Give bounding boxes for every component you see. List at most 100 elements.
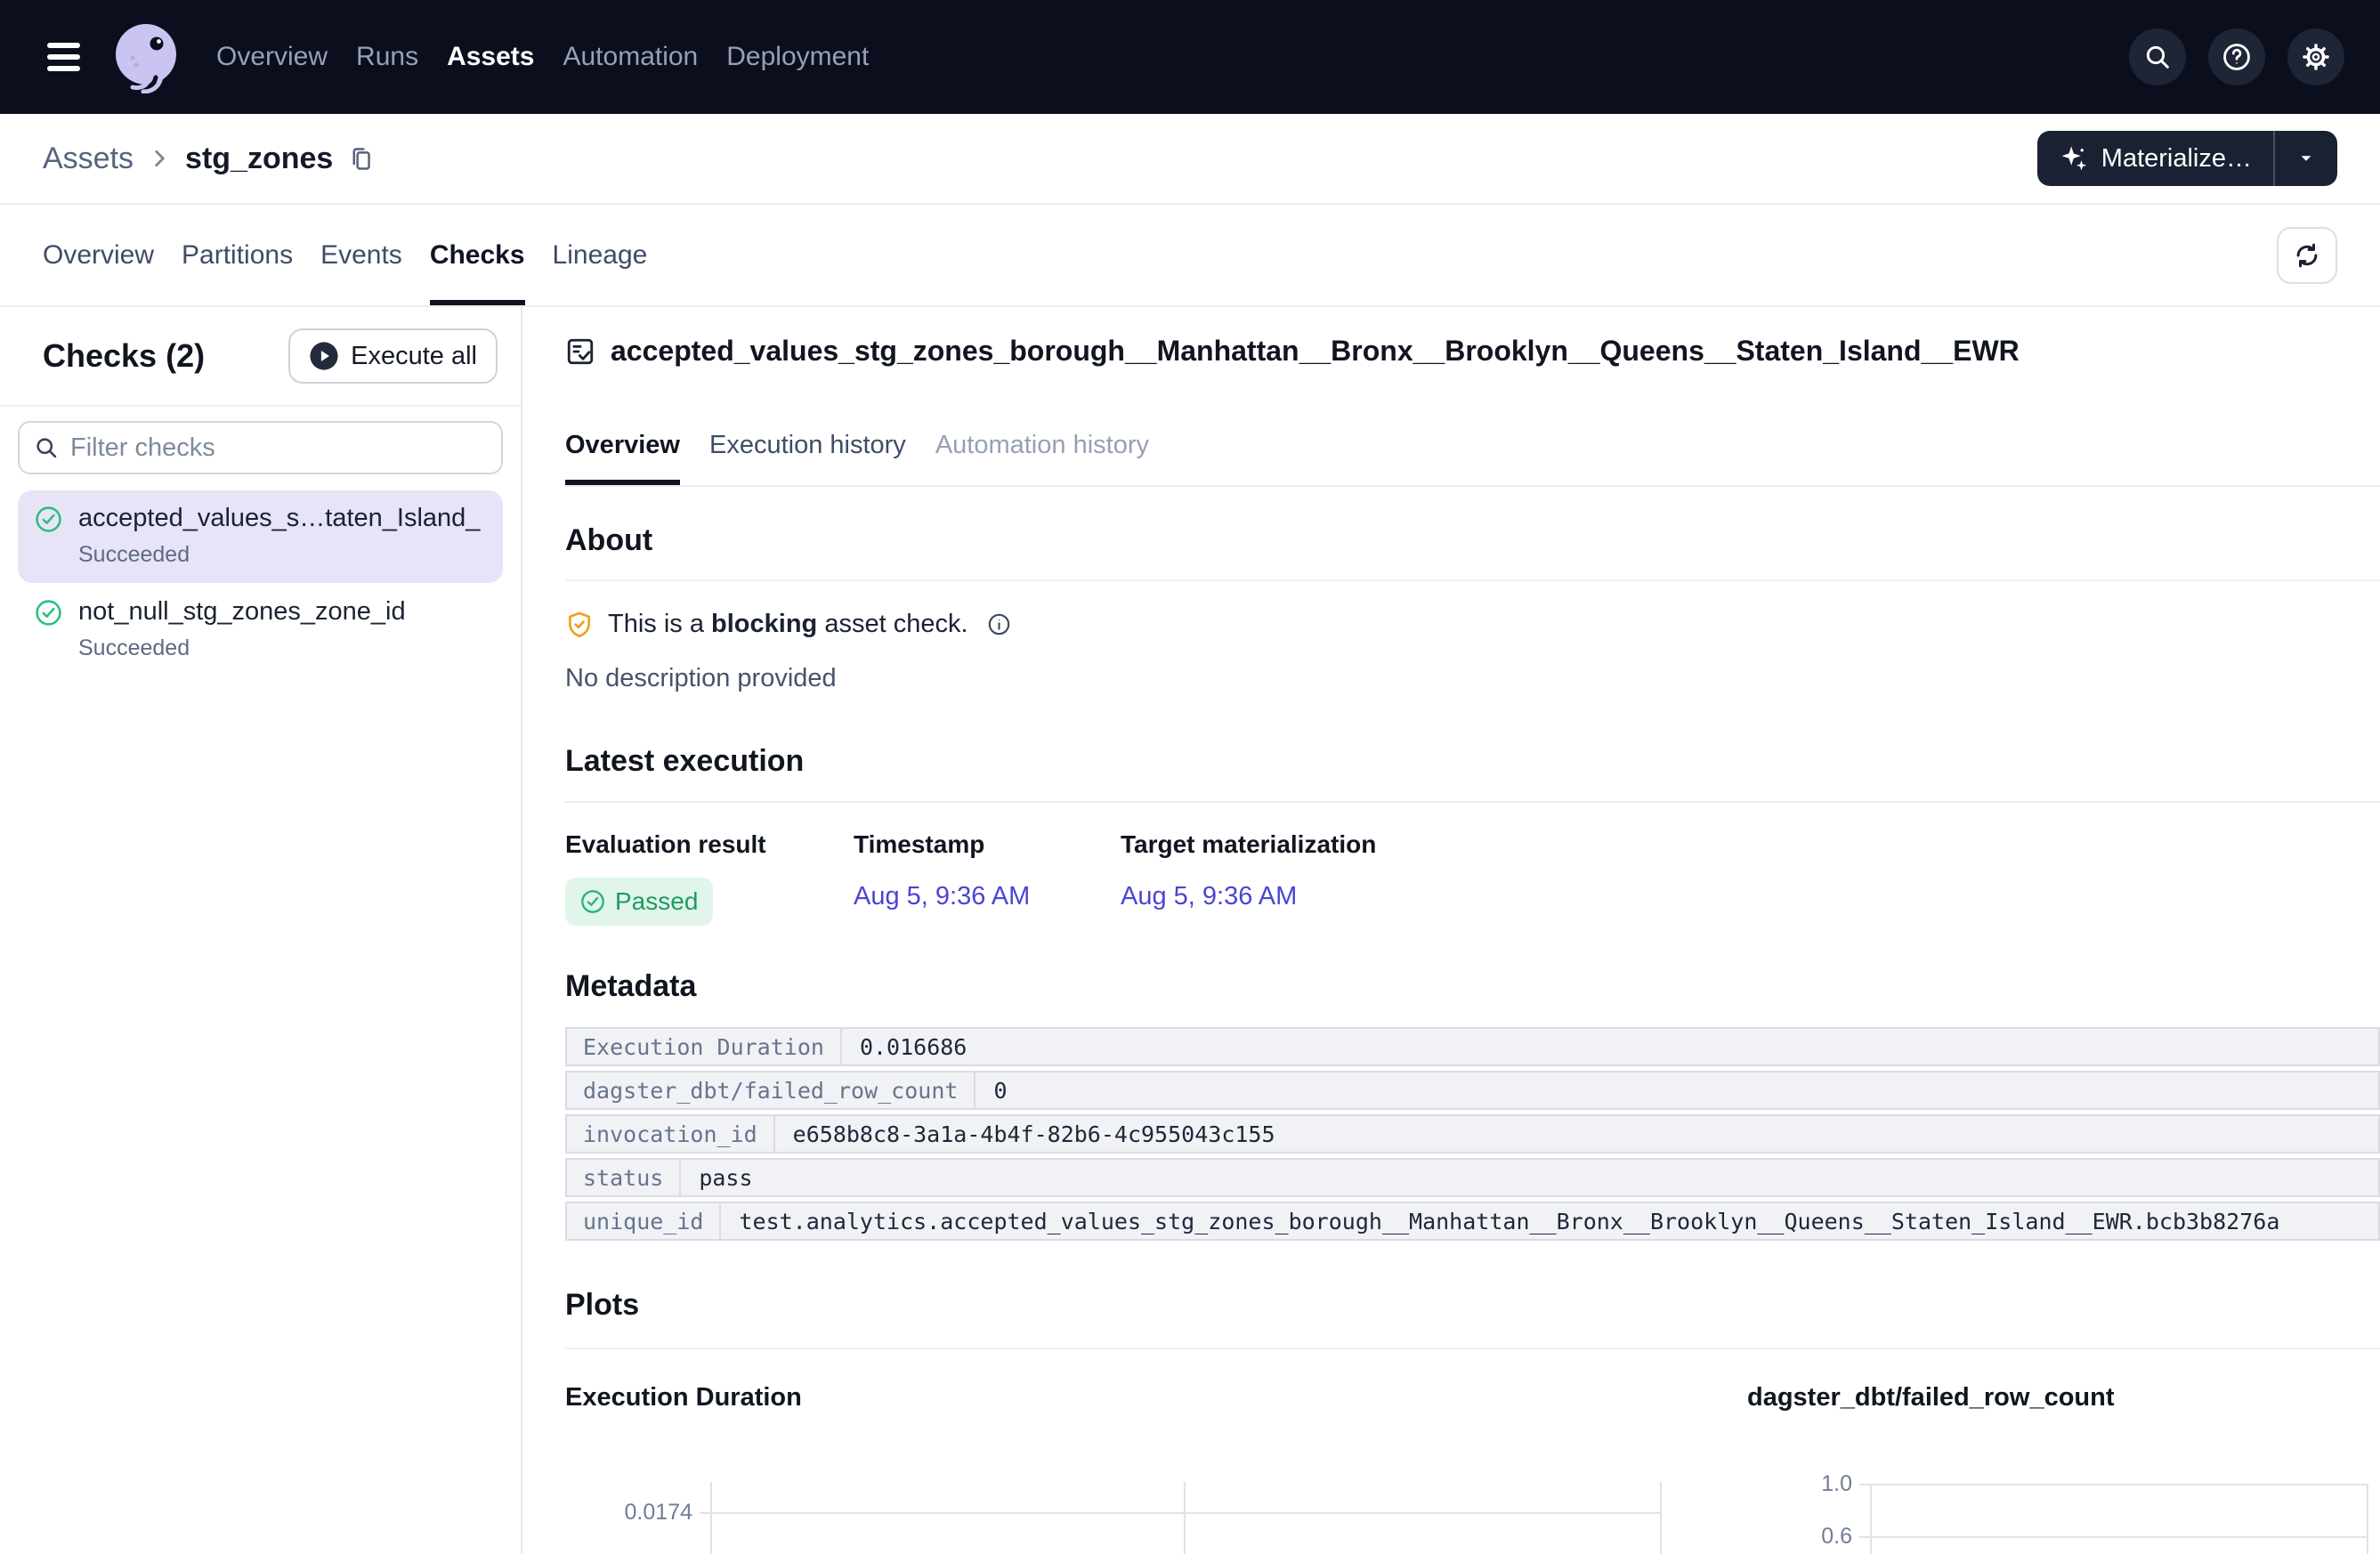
metadata-value: 0.016686 bbox=[842, 1029, 984, 1064]
passed-label: Passed bbox=[615, 887, 698, 916]
asset-tab-checks[interactable]: Checks bbox=[430, 205, 525, 305]
gear-icon bbox=[2301, 42, 2331, 72]
metadata-row: Execution Duration 0.016686 bbox=[565, 1027, 2380, 1066]
dagster-logo-icon[interactable] bbox=[109, 20, 182, 93]
metadata-value: 0 bbox=[975, 1072, 1024, 1108]
page: Overview Runs Assets Automation Deployme… bbox=[0, 0, 2380, 1554]
materialize-button[interactable]: Materialize… bbox=[2037, 131, 2273, 186]
chart-title: dagster_dbt/failed_row_count bbox=[1747, 1383, 2115, 1412]
y-axis-tick: 1.0 bbox=[1747, 1471, 1852, 1497]
chevron-right-icon bbox=[148, 147, 171, 170]
filter-search-icon bbox=[34, 435, 59, 460]
metadata-value: pass bbox=[681, 1160, 770, 1195]
passed-status-badge: Passed bbox=[565, 878, 713, 926]
plots-row: Execution Duration 0.0174 dagster_dbt/fa… bbox=[565, 1349, 2380, 1554]
asset-tab-lineage[interactable]: Lineage bbox=[553, 205, 648, 305]
latest-execution-grid: Evaluation result Passed Timestamp Aug 5 bbox=[565, 830, 2380, 926]
check-tab-overview[interactable]: Overview bbox=[565, 406, 680, 485]
checks-sidebar: Checks (2) Execute all bbox=[0, 307, 522, 1554]
asset-tabs-row: Overview Partitions Events Checks Lineag… bbox=[0, 205, 2380, 307]
timestamp-link[interactable]: Aug 5, 9:36 AM bbox=[854, 882, 1030, 911]
target-materialization-label: Target materialization bbox=[1121, 830, 1376, 859]
hamburger-menu-icon[interactable] bbox=[47, 36, 80, 77]
asset-tab-events[interactable]: Events bbox=[320, 205, 402, 305]
metadata-key: invocation_id bbox=[567, 1116, 775, 1152]
check-detail-panel: accepted_values_stg_zones_borough__Manha… bbox=[522, 307, 2380, 1554]
checks-count-title: Checks (2) bbox=[43, 337, 205, 375]
shield-check-icon bbox=[565, 611, 594, 639]
help-icon bbox=[2222, 42, 2252, 72]
check-item-status: Succeeded bbox=[78, 542, 480, 568]
check-list: accepted_values_s…taten_Island_ Succeede… bbox=[18, 490, 503, 676]
no-description-text: No description provided bbox=[565, 664, 2380, 693]
check-header: accepted_values_stg_zones_borough__Manha… bbox=[565, 335, 2380, 368]
nav-item-assets[interactable]: Assets bbox=[447, 42, 534, 72]
asset-tab-overview[interactable]: Overview bbox=[43, 205, 154, 305]
nav-right-actions bbox=[2129, 28, 2344, 85]
latest-execution-heading: Latest execution bbox=[565, 744, 2380, 803]
metadata-value: test.analytics.accepted_values_stg_zones… bbox=[721, 1203, 2297, 1239]
failed-row-count-chart: dagster_dbt/failed_row_count 1.0 0.6 bbox=[1747, 1349, 2380, 1554]
metadata-key: status bbox=[567, 1160, 681, 1195]
metadata-key: unique_id bbox=[567, 1203, 721, 1239]
checklist-icon bbox=[565, 336, 595, 367]
check-success-icon bbox=[35, 599, 62, 627]
sidebar-body: accepted_values_s…taten_Island_ Succeede… bbox=[0, 407, 521, 676]
metadata-heading: Metadata bbox=[565, 969, 2380, 1004]
about-heading: About bbox=[565, 523, 2380, 581]
breadcrumb-current-asset: stg_zones bbox=[185, 142, 333, 176]
evaluation-result-label: Evaluation result bbox=[565, 830, 854, 859]
metadata-key: Execution Duration bbox=[567, 1029, 842, 1064]
filter-checks-box bbox=[18, 421, 503, 474]
breadcrumb-assets-link[interactable]: Assets bbox=[43, 142, 134, 176]
check-title: accepted_values_stg_zones_borough__Manha… bbox=[611, 335, 2020, 368]
content-area: Checks (2) Execute all bbox=[0, 307, 2380, 1554]
metadata-key: dagster_dbt/failed_row_count bbox=[567, 1072, 975, 1108]
check-tabs: Overview Execution history Automation hi… bbox=[565, 406, 2380, 487]
check-item-name: not_null_stg_zones_zone_id bbox=[78, 597, 406, 627]
timestamp-label: Timestamp bbox=[854, 830, 1121, 859]
play-circle-icon bbox=[309, 341, 339, 371]
help-button[interactable] bbox=[2208, 28, 2265, 85]
check-tab-execution-history[interactable]: Execution history bbox=[709, 406, 906, 485]
badge-check-icon bbox=[580, 889, 605, 914]
check-list-item-not-null[interactable]: not_null_stg_zones_zone_id Succeeded bbox=[18, 584, 503, 676]
y-axis-tick: 0.6 bbox=[1747, 1524, 1852, 1550]
nav-item-deployment[interactable]: Deployment bbox=[726, 42, 869, 72]
target-materialization-link[interactable]: Aug 5, 9:36 AM bbox=[1121, 882, 1297, 911]
breadcrumb-row: Assets stg_zones Materialize… bbox=[0, 114, 2380, 205]
search-button[interactable] bbox=[2129, 28, 2186, 85]
sidebar-header: Checks (2) Execute all bbox=[0, 307, 521, 407]
chart-title: Execution Duration bbox=[565, 1383, 802, 1412]
blocking-text: This is a blocking asset check. bbox=[608, 610, 968, 639]
settings-button[interactable] bbox=[2287, 28, 2344, 85]
info-icon[interactable] bbox=[987, 612, 1011, 636]
metadata-row: dagster_dbt/failed_row_count 0 bbox=[565, 1071, 2380, 1110]
check-list-item-accepted-values[interactable]: accepted_values_s…taten_Island_ Succeede… bbox=[18, 490, 503, 583]
caret-down-icon bbox=[2295, 147, 2318, 170]
check-tab-automation-history: Automation history bbox=[935, 406, 1149, 485]
nav-item-overview[interactable]: Overview bbox=[216, 42, 328, 72]
materialize-dropdown-button[interactable] bbox=[2275, 131, 2337, 186]
nav-item-runs[interactable]: Runs bbox=[356, 42, 418, 72]
primary-nav: Overview Runs Assets Automation Deployme… bbox=[216, 42, 869, 72]
y-axis-tick: 0.0174 bbox=[565, 1500, 692, 1526]
filter-checks-input[interactable] bbox=[70, 433, 487, 463]
materialize-label: Materialize… bbox=[2101, 144, 2252, 174]
metadata-value: e658b8c8-3a1a-4b4f-82b6-4c955043c155 bbox=[775, 1116, 1293, 1152]
metadata-row: invocation_id e658b8c8-3a1a-4b4f-82b6-4c… bbox=[565, 1114, 2380, 1153]
metadata-row: status pass bbox=[565, 1158, 2380, 1197]
asset-tab-partitions[interactable]: Partitions bbox=[182, 205, 293, 305]
materialize-split-button: Materialize… bbox=[2037, 131, 2337, 186]
execute-all-label: Execute all bbox=[351, 342, 477, 371]
nav-item-automation[interactable]: Automation bbox=[563, 42, 698, 72]
check-item-name: accepted_values_s…taten_Island_ bbox=[78, 504, 480, 533]
refresh-button[interactable] bbox=[2277, 227, 2337, 284]
metadata-row: unique_id test.analytics.accepted_values… bbox=[565, 1202, 2380, 1241]
search-icon bbox=[2143, 43, 2172, 71]
execute-all-button[interactable]: Execute all bbox=[288, 328, 498, 384]
plots-heading: Plots bbox=[565, 1288, 2380, 1349]
copy-icon[interactable] bbox=[347, 145, 375, 173]
execution-duration-chart: Execution Duration 0.0174 bbox=[565, 1349, 1747, 1554]
check-success-icon bbox=[35, 506, 62, 533]
